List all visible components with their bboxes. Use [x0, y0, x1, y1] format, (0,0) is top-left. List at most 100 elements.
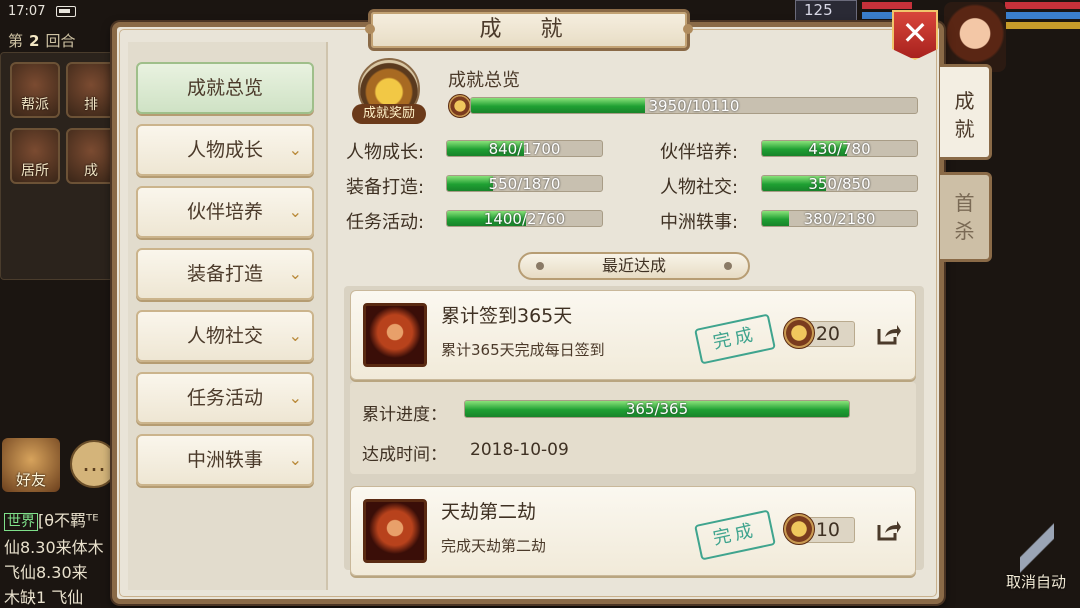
hud-counter: 125: [795, 0, 857, 22]
medal-icon: [783, 513, 815, 545]
tab-achievements[interactable]: 成就: [940, 64, 992, 160]
status-time: 17:07: [8, 4, 46, 19]
achievement-reward-button[interactable]: 成就奖励: [352, 58, 426, 124]
nav-item-label: 伙伴培养: [186, 201, 263, 223]
chat-bubble-icon[interactable]: …: [70, 440, 118, 488]
nav-item-anecdotes[interactable]: 中洲轶事 ⌄: [136, 434, 314, 486]
stat-label-anecdotes: 中洲轶事:: [660, 212, 739, 233]
player-exp-bar: [1005, 22, 1080, 29]
chevron-down-icon: ⌄: [288, 140, 302, 159]
completed-stamp: 完成: [694, 509, 776, 561]
stat-bar-character-growth: 840/1700: [446, 140, 603, 157]
recent-heading-plate: 最近达成: [518, 252, 750, 280]
tab-first-kill-label: 首杀: [954, 191, 975, 243]
round-number: 2: [29, 32, 40, 50]
share-icon[interactable]: [875, 517, 901, 543]
achievement-card[interactable]: 天劫第二劫 完成天劫第二劫 完成 10: [350, 486, 916, 576]
nav-item-label: 任务活动: [186, 387, 263, 409]
achieved-time-label: 达成时间：: [362, 445, 447, 465]
chevron-down-icon: ⌄: [288, 450, 302, 469]
stat-label-social: 人物社交:: [660, 177, 739, 198]
player-hp-bar: [1005, 2, 1080, 9]
window-title: 成 就: [479, 17, 579, 42]
reward-label: 成就奖励: [352, 104, 426, 124]
chat-log[interactable]: 世界 [θ不羁ᵀᴱ 仙8.30来体木 飞仙8.30来 木缺1 飞仙: [4, 508, 120, 608]
nav-item-label: 成就总览: [186, 77, 263, 99]
world-channel-tag: 世界: [4, 513, 38, 531]
round-info: 第 2 回合: [8, 30, 75, 51]
completed-stamp: 完成: [694, 313, 776, 365]
progress-text: 840/1700: [488, 140, 561, 157]
nav-item-quests[interactable]: 任务活动 ⌄: [136, 372, 314, 424]
share-icon[interactable]: [875, 321, 901, 347]
cancel-auto-label: 取消自动: [1005, 573, 1066, 591]
nav-item-social[interactable]: 人物社交 ⌄: [136, 310, 314, 362]
nav-item-partner-training[interactable]: 伙伴培养 ⌄: [136, 186, 314, 238]
progress-text: 365/365: [625, 400, 689, 418]
window-title-plate: 成 就: [365, 9, 693, 51]
chevron-down-icon: ⌄: [288, 388, 302, 407]
round-prefix: 第: [8, 32, 24, 50]
medal-icon: [448, 94, 472, 118]
tribulation-achievement-icon: [363, 499, 427, 563]
enemy-hp-bar: [862, 2, 912, 9]
growth-button[interactable]: 成: [66, 128, 116, 184]
progress-text: 430/780: [808, 140, 871, 157]
nav-item-character-growth[interactable]: 人物成长 ⌄: [136, 124, 314, 176]
stat-bar-equipment-forging: 550/1870: [446, 175, 603, 192]
chat-text: [θ不羁ᵀᴱ: [38, 511, 99, 530]
achievement-card[interactable]: 累计签到365天 累计365天完成每日签到 完成 20: [350, 290, 916, 380]
ranking-button[interactable]: 排: [66, 62, 116, 118]
tab-first-kill[interactable]: 首杀: [940, 172, 992, 262]
achieved-time-value: 2018-10-09: [470, 440, 569, 460]
title-ornament-left: [365, 24, 375, 34]
stat-label-quests: 任务活动:: [346, 212, 425, 233]
progress-text: 350/850: [808, 175, 871, 192]
achievement-title: 累计签到365天: [441, 305, 573, 327]
stat-label-partner-training: 伙伴培养:: [660, 142, 739, 163]
friend-button[interactable]: 好友: [2, 438, 60, 492]
guild-button[interactable]: 帮派: [10, 62, 60, 118]
player-avatar[interactable]: [944, 2, 1006, 72]
achievement-desc: 完成天劫第二劫: [441, 537, 547, 555]
battery-icon: [56, 6, 76, 17]
heading-dot: [724, 262, 732, 270]
nav-item-label: 中洲轶事: [186, 449, 263, 471]
chevron-down-icon: ⌄: [288, 264, 302, 283]
tab-achievements-label: 成就: [954, 89, 975, 141]
round-suffix: 回合: [45, 32, 76, 50]
nav-item-label: 装备打造: [186, 263, 263, 285]
achievement-desc: 累计365天完成每日签到: [441, 341, 605, 359]
title-ornament-right: [683, 24, 693, 34]
achievement-detail-panel: 累计进度： 365/365 达成时间： 2018-10-09: [350, 382, 916, 474]
sign-in-achievement-icon: [363, 303, 427, 367]
guild-label: 帮派: [21, 97, 49, 113]
progress-text: 380/2180: [803, 210, 876, 227]
cumulative-progress-bar: 365/365: [464, 400, 850, 418]
progress-text: 3950/10110: [648, 97, 740, 114]
residence-label: 居所: [21, 163, 49, 179]
residence-button[interactable]: 居所: [10, 128, 60, 184]
nav-item-label: 人物成长: [186, 139, 263, 161]
nav-item-label: 人物社交: [186, 325, 263, 347]
stat-bar-anecdotes: 380/2180: [761, 210, 918, 227]
stat-bar-quests: 1400/2760: [446, 210, 603, 227]
chevron-down-icon: ⌄: [288, 202, 302, 221]
chat-line: 仙8.30来体木: [4, 538, 104, 557]
heading-dot: [536, 262, 544, 270]
progress-text: 550/1870: [488, 175, 561, 192]
nav-item-equipment-forging[interactable]: 装备打造 ⌄: [136, 248, 314, 300]
stat-label-equipment-forging: 装备打造:: [346, 177, 425, 198]
cancel-auto-button[interactable]: 取消自动: [996, 520, 1076, 596]
stat-bar-social: 350/850: [761, 175, 918, 192]
chevron-down-icon: ⌄: [288, 326, 302, 345]
nav-item-overview[interactable]: 成就总览: [136, 62, 314, 114]
chat-line: 世界 [θ不羁ᵀᴱ: [4, 508, 120, 535]
achievement-title: 天劫第二劫: [441, 501, 537, 523]
growth-label: 成: [84, 163, 98, 179]
friend-label: 好友: [15, 471, 46, 489]
progress-text: 1400/2760: [483, 210, 566, 227]
sword-icon: [1020, 522, 1054, 574]
cumulative-progress-label: 累计进度：: [362, 405, 447, 425]
overview-title: 成就总览: [448, 70, 520, 91]
